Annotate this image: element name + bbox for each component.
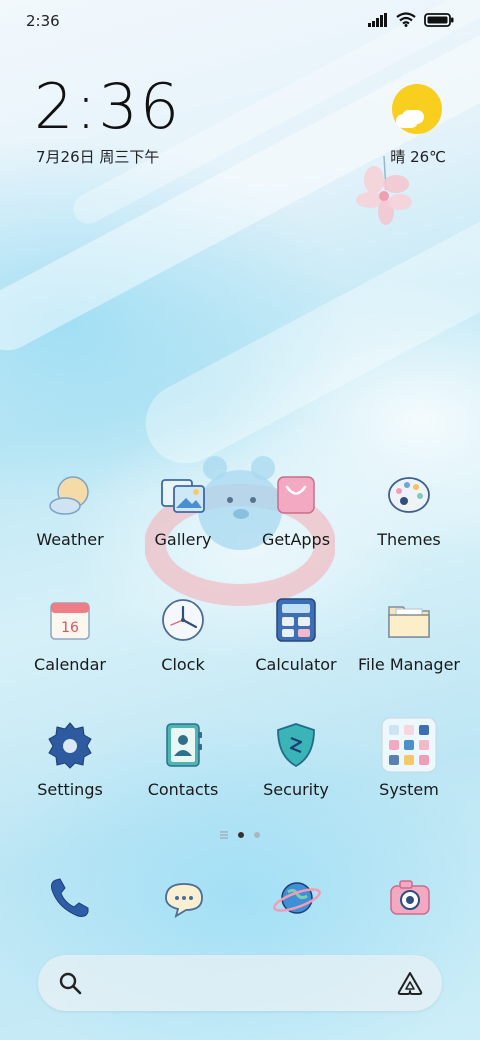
dock-messages[interactable] (154, 868, 214, 928)
cloud-icon (396, 114, 418, 128)
app-label: Clock (161, 655, 205, 674)
app-label: Themes (377, 530, 441, 549)
app-label: Security (263, 780, 329, 799)
wifi-icon (396, 12, 416, 27)
dock-camera[interactable] (380, 868, 440, 928)
status-bar: 2:36 (0, 0, 480, 40)
contacts-icon (158, 720, 208, 770)
app-contacts[interactable]: Contacts (127, 720, 239, 820)
calendar-icon-date: 16 (61, 620, 79, 636)
clock-widget-time[interactable]: 2:36 (34, 76, 181, 138)
camera-icon (390, 880, 430, 915)
app-clock[interactable]: Clock (127, 595, 239, 695)
app-label: Settings (37, 780, 103, 799)
status-time: 2:36 (26, 12, 60, 30)
page-dot-active[interactable] (238, 832, 244, 838)
app-file-manager[interactable]: File Manager (353, 595, 465, 695)
calculator-icon (271, 595, 321, 645)
app-calendar[interactable]: 16 Calendar (14, 595, 126, 695)
flower-decoration (356, 155, 412, 225)
search-bar[interactable] (38, 955, 442, 1011)
app-label: Calculator (255, 655, 337, 674)
app-getapps[interactable]: GetApps (240, 470, 352, 570)
app-system-folder[interactable]: System (353, 717, 465, 820)
page-list-icon (220, 831, 228, 839)
app-label: Contacts (147, 780, 219, 799)
app-security[interactable]: Security (240, 720, 352, 820)
dock-phone[interactable] (40, 868, 100, 928)
gallery-icon (158, 470, 208, 520)
page-indicator[interactable] (200, 829, 280, 841)
getapps-icon (271, 470, 321, 520)
browser-icon (273, 882, 321, 914)
app-calculator[interactable]: Calculator (240, 595, 352, 695)
app-label: Weather (36, 530, 104, 549)
app-label: GetApps (261, 530, 331, 549)
dock-browser[interactable] (267, 868, 327, 928)
assistant-icon[interactable] (396, 970, 424, 996)
clock-icon (158, 595, 208, 645)
app-label: Gallery (154, 530, 212, 549)
system-folder-icon (380, 716, 438, 774)
security-icon (271, 720, 321, 770)
page-dot[interactable] (254, 832, 260, 838)
calendar-icon: 16 (45, 595, 95, 645)
settings-icon (45, 720, 95, 770)
messages-icon (165, 883, 203, 918)
file-manager-icon (384, 595, 434, 645)
phone-icon (51, 878, 89, 917)
themes-icon (384, 470, 434, 520)
app-themes[interactable]: Themes (353, 470, 465, 570)
clock-widget-date[interactable]: 7月26日 周三下午 (36, 146, 159, 167)
app-weather[interactable]: Weather (14, 470, 126, 570)
app-label: Calendar (34, 655, 106, 674)
app-settings[interactable]: Settings (14, 720, 126, 820)
app-label: System (379, 780, 439, 799)
dock (0, 860, 480, 930)
search-icon[interactable] (58, 971, 82, 995)
battery-icon (424, 12, 454, 27)
signal-icon (368, 12, 387, 27)
weather-icon (45, 470, 95, 520)
app-gallery[interactable]: Gallery (127, 470, 239, 570)
app-label: File Manager (358, 655, 460, 674)
status-icons (368, 12, 454, 27)
